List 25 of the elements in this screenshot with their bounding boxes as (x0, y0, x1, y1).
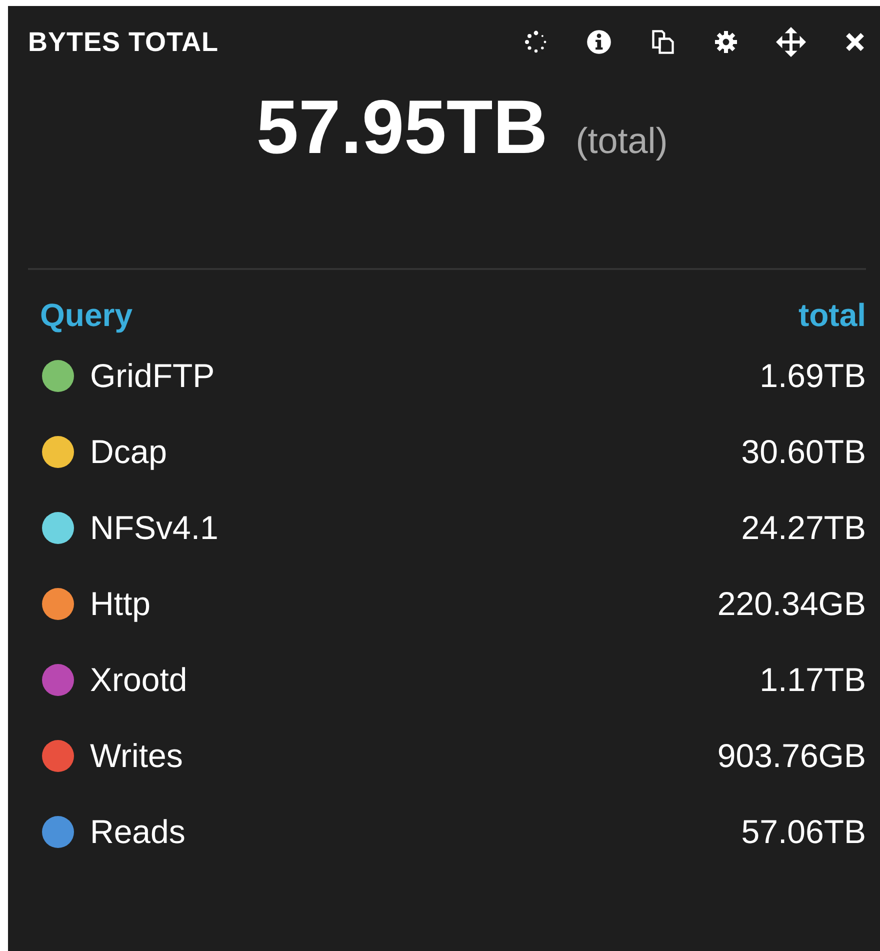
panel-title: BYTES TOTAL (28, 26, 219, 58)
move-icon[interactable] (776, 27, 806, 57)
info-icon[interactable] (586, 29, 612, 55)
spinner-icon[interactable] (524, 30, 548, 54)
total-cell: 1.69TB (760, 357, 866, 395)
column-header: Query (40, 296, 132, 334)
query-name: Writes (90, 737, 184, 775)
column-header: total (798, 296, 866, 334)
query-name: GridFTP (90, 357, 216, 395)
total-cell: 57.06TB (741, 813, 866, 851)
total-cell: 1.17TB (760, 661, 866, 699)
query-name: Reads (90, 813, 186, 851)
total-cell: 30.60TB (741, 433, 866, 471)
query-name: NFSv4.1 (90, 509, 220, 547)
copy-icon[interactable] (650, 29, 676, 55)
query-name: Dcap (90, 433, 168, 471)
query-name: Http (90, 585, 152, 623)
total-value: 57.95TB (256, 84, 548, 172)
total-cell: 903.76GB (717, 737, 866, 775)
total-unit: (total) (576, 120, 668, 162)
query-name: Xrootd (90, 661, 188, 699)
close-icon[interactable] (844, 31, 866, 53)
total-cell: 24.27TB (741, 509, 866, 547)
total-cell: 220.34GB (717, 585, 866, 623)
settings-icon[interactable] (714, 30, 738, 54)
